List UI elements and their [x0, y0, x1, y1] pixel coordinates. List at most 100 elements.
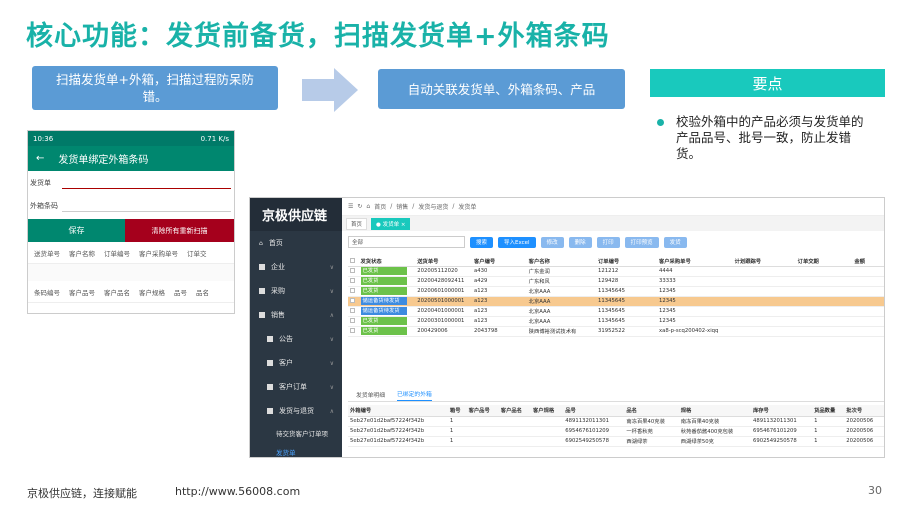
crumb[interactable]: 发货与退货	[418, 202, 448, 211]
sidebar-label: 首页	[268, 239, 283, 247]
col-header[interactable]: 订单编号	[596, 257, 657, 267]
col-header[interactable]: 金额	[852, 257, 884, 267]
col-header[interactable]: 货品数量	[812, 405, 845, 417]
col-header[interactable]: 客户品名	[498, 405, 531, 417]
sidebar-item-company[interactable]: 企业 ∨	[250, 255, 342, 279]
phone-page-title: 发货单绑定外箱条码	[58, 155, 149, 166]
col-header[interactable]: 客户品号	[466, 405, 499, 417]
ship-no-cell: 20200301000001	[415, 316, 472, 327]
sidebar-item-notice[interactable]: 公告 ∨	[250, 327, 342, 351]
track-no-cell	[732, 316, 796, 327]
step1-box: 扫描发货单+外箱，扫描过程防呆防错。	[32, 66, 278, 110]
table-row[interactable]: 5eb27e01d2baf57224f342b 1 6902549250578 西湖绿…	[348, 436, 884, 447]
print-preview-button[interactable]: 打印预览	[624, 236, 659, 248]
col-header[interactable]: 送货单号	[415, 257, 472, 267]
table-cell: 西湖绿茶	[624, 436, 679, 447]
menu-toggle-icon[interactable]: ☰	[348, 203, 353, 210]
col-header[interactable]: 计划跟踪号	[732, 257, 796, 267]
phone-button-row: 保存 清除所有重新扫描	[28, 219, 234, 242]
col-header[interactable]: 规格	[678, 405, 751, 417]
ship-order-field-row: 发货单	[28, 171, 234, 194]
back-arrow-icon[interactable]: ←	[36, 153, 44, 164]
breadcrumb: ☰ ↻ ⌂ 首页 / 销售 / 发货与退货 / 发货单	[342, 198, 884, 216]
col-header[interactable]: 箱号	[447, 405, 467, 417]
import-excel-button[interactable]: 导入Excel	[498, 236, 536, 248]
status-network: 0.71 K/s	[200, 134, 229, 143]
table-cell: 6954676101209	[563, 426, 625, 437]
col-header[interactable]: 发货状态	[358, 257, 416, 267]
crumb[interactable]: 首页	[374, 202, 386, 211]
carton-code-input[interactable]	[62, 200, 231, 212]
table-cell: 6902549250578	[750, 436, 813, 447]
ship-no-cell: 20200401000001	[415, 306, 472, 317]
tab-order-detail[interactable]: 发货单明细	[356, 390, 385, 401]
col-header[interactable]: 客户采购单号	[656, 257, 733, 267]
col-header[interactable]: 订单交期	[795, 257, 853, 267]
status-cell: 已发货	[358, 276, 416, 287]
page-number: 30	[868, 484, 882, 497]
table-row[interactable]: 储运备货待发货 20200401000001 a123 北京AAA 11345645 12…	[348, 306, 884, 317]
table-cell: 4891132011301	[750, 416, 813, 427]
col-header[interactable]: 客户编号	[472, 257, 527, 267]
table-row[interactable]: 已发货 20200428092411 a429 广东和风 129428 33333	[348, 276, 884, 287]
footer-url[interactable]: http://www.56008.com	[175, 485, 300, 501]
cust-name-cell: 广东和风	[526, 276, 596, 287]
table-row[interactable]: 已发货 20200301000001 a123 北京AAA 11345645 12345	[348, 316, 884, 327]
track-no-cell	[732, 326, 796, 337]
table-row[interactable]: 5eb27e01d2baf5722​4f342b 1 4891132011301 南冻…	[348, 416, 884, 427]
col-header[interactable]: 客户规格	[531, 405, 564, 417]
table-row[interactable]: 储运备货待发货 20200501000001 a123 北京AAA 11345645 12…	[348, 296, 884, 307]
chevron-down-icon: ∨	[329, 287, 334, 295]
search-button[interactable]: 搜索	[470, 236, 494, 248]
crumb[interactable]: 销售	[396, 202, 408, 211]
carton-code-label: 外箱条码	[30, 201, 58, 210]
save-button[interactable]: 保存	[28, 219, 125, 242]
row-checkbox[interactable]	[348, 266, 359, 277]
row-checkbox[interactable]	[348, 326, 359, 337]
sidebar-item-customer-order[interactable]: 客户订单 ∨	[250, 375, 342, 399]
table-row[interactable]: 已发货 20200601000001 a123 北京AAA 11345645 12345	[348, 286, 884, 297]
select-all-checkbox[interactable]	[348, 257, 359, 267]
col-header[interactable]: 批次号	[844, 405, 884, 417]
sidebar-item-ship-order[interactable]: 发货单	[250, 442, 342, 457]
tab-ship-order[interactable]: ● 发货单 ×	[371, 217, 411, 230]
col-header[interactable]: 品号	[563, 405, 625, 417]
refresh-icon[interactable]: ↻	[357, 203, 362, 210]
print-button[interactable]: 打印	[596, 236, 620, 248]
cust-name-cell: 北京AAA	[526, 306, 596, 317]
table-row[interactable]: 已发货 20200511202​0 a430 广东金润 121212 4444	[348, 266, 884, 277]
delete-button[interactable]: 删除	[568, 236, 592, 248]
sidebar-item-ship-return[interactable]: 发货与退货 ∧	[250, 399, 342, 423]
ship-button[interactable]: 发货	[663, 236, 687, 248]
col-header[interactable]: 品名	[624, 405, 679, 417]
col-header[interactable]: 库存号	[750, 405, 813, 417]
cust-code-cell: a430	[472, 266, 527, 277]
col-header[interactable]: 客户名称	[526, 257, 596, 267]
table-row[interactable]: 5eb27e01d2baf57224f342b 1 6954676101209 一杯香…	[348, 426, 884, 437]
sidebar-label: 公告	[279, 335, 293, 343]
tab-home[interactable]: 首页	[346, 217, 368, 230]
track-no-cell	[732, 306, 796, 317]
clear-rescan-button[interactable]: 清除所有重新扫描	[125, 219, 234, 242]
col-header[interactable]: 外箱编号	[348, 405, 448, 417]
status-filter-select[interactable]: 全部	[348, 236, 465, 248]
order-date-cell	[795, 316, 853, 327]
edit-button[interactable]: 修改	[540, 236, 564, 248]
ship-order-input[interactable]	[62, 177, 231, 189]
table-row[interactable]: 已发货 200429006 2043798 陕西博裕测试技术有 31952522 xa8-…	[348, 326, 884, 337]
row-checkbox[interactable]	[348, 306, 359, 317]
row-checkbox[interactable]	[348, 276, 359, 287]
row-checkbox[interactable]	[348, 296, 359, 307]
sidebar-item-pending-orders[interactable]: 待交货客户订单项	[250, 423, 342, 442]
sidebar-item-home[interactable]: ⌂ 首页	[250, 231, 342, 255]
track-no-cell	[732, 266, 796, 277]
carton-table: 外箱编号 箱号 客户品号 客户品名 客户规格 品号 品名 规格 库存号 货品数量 批次号 5eb27…	[348, 405, 884, 447]
row-checkbox[interactable]	[348, 316, 359, 327]
sidebar-item-customer[interactable]: 客户 ∨	[250, 351, 342, 375]
key-points-header: 要点	[650, 69, 885, 97]
tab-bound-cartons[interactable]: 已绑定的外箱	[397, 389, 432, 401]
row-checkbox[interactable]	[348, 286, 359, 297]
amount-cell	[852, 286, 884, 297]
sidebar-item-sales[interactable]: 销售 ∧	[250, 303, 342, 327]
sidebar-item-purchase[interactable]: 采购 ∨	[250, 279, 342, 303]
